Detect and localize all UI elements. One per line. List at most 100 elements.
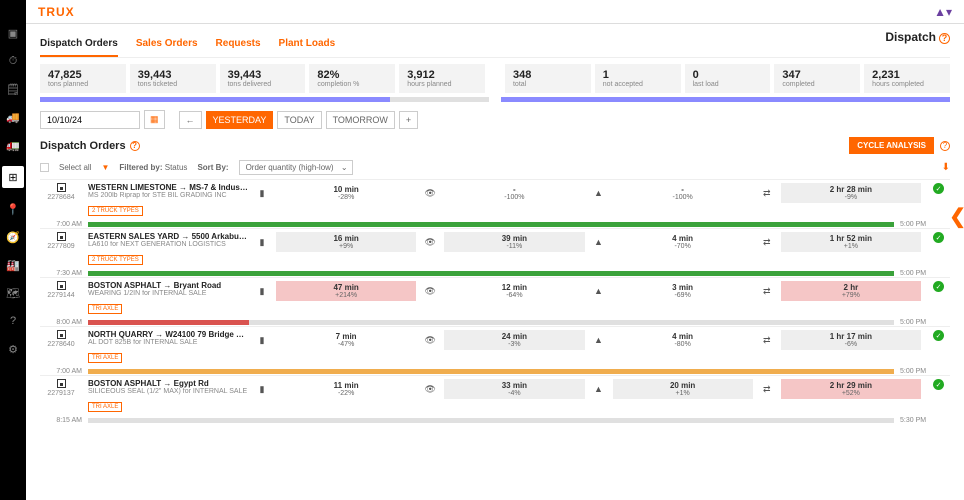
status-dot[interactable]: ✓	[933, 330, 944, 341]
prev-day-button[interactable]: ←	[179, 111, 202, 129]
order-checkbox[interactable]: 2279137	[40, 379, 82, 397]
main-panel: Dispatch? Dispatch Orders Sales Orders Req…	[26, 24, 964, 500]
sidebar-icon-1[interactable]: ⏱	[6, 54, 20, 68]
sidebar-icon-6[interactable]: 📍	[6, 202, 20, 216]
stat-card: 347completed	[774, 64, 860, 93]
metric-icon: 👁	[422, 237, 438, 248]
order-info[interactable]: NORTH QUARRY → W24100 79 Bridge JobAL DO…	[88, 330, 248, 364]
sidebar-icon-0[interactable]: ▣	[6, 26, 20, 40]
today-button[interactable]: TODAY	[277, 111, 321, 129]
date-input[interactable]	[40, 111, 140, 129]
sidebar-icon-2[interactable]: 🗒	[6, 82, 20, 96]
help-icon[interactable]: ?	[939, 33, 950, 44]
metric-box: --100%	[613, 183, 753, 203]
cycle-analysis-button[interactable]: CYCLE ANALYSIS	[849, 137, 934, 154]
tab-sales-orders[interactable]: Sales Orders	[136, 32, 198, 57]
stat-card: 3,912hours planned	[399, 64, 485, 93]
sidebar-icon-8[interactable]: 🏭	[6, 258, 20, 272]
filter-icon[interactable]: ▼	[101, 163, 109, 172]
metric-box: 2 hr 28 min-9%	[781, 183, 921, 203]
metric-box: 2 hr+79%	[781, 281, 921, 301]
metric-box: 16 min+9%	[276, 232, 416, 252]
metric-box: 12 min-64%	[444, 281, 584, 301]
help-icon[interactable]: ?	[130, 141, 140, 151]
metric-icon: ⇄	[759, 286, 775, 297]
stat-card: 39,443tons ticketed	[130, 64, 216, 93]
metric-icon: ⇄	[759, 188, 775, 199]
user-menu-icon[interactable]: ▲▾	[934, 5, 952, 19]
sidebar-icon-11[interactable]: ⚙	[6, 342, 20, 356]
tomorrow-button[interactable]: TOMORROW	[326, 111, 395, 129]
metric-icon: 👁	[422, 286, 438, 297]
metric-icon: ⇄	[759, 384, 775, 395]
truck-type-badge: 2 TRUCK TYPES	[88, 255, 143, 265]
order-info[interactable]: BOSTON ASPHALT → Bryant RoadWEARING 1/2I…	[88, 281, 248, 315]
metric-icon: ▲	[591, 335, 607, 345]
order-row: 2279137 BOSTON ASPHALT → Egypt RdSILICEOU…	[40, 375, 950, 424]
order-info[interactable]: BOSTON ASPHALT → Egypt RdSILICEOUS SEAL …	[88, 379, 248, 413]
metric-icon: ▲	[591, 384, 607, 394]
select-all-label: Select all	[59, 163, 91, 172]
dispatch-heading: Dispatch?	[885, 30, 950, 44]
tabs: Dispatch Orders Sales Orders Requests Plant…	[40, 32, 950, 58]
sort-select[interactable]: Order quantity (high-low)	[239, 160, 353, 175]
calendar-button[interactable]: ▦	[144, 110, 165, 129]
timeline: 8:15 AM5:30 PM	[40, 417, 950, 424]
yesterday-button[interactable]: YESTERDAY	[206, 111, 274, 129]
order-row: 2278684 WESTERN LIMESTONE → MS-7 & Indust…	[40, 179, 950, 228]
tab-requests[interactable]: Requests	[216, 32, 261, 57]
metric-box: 1 hr 17 min-6%	[781, 330, 921, 350]
order-row: 2279144 BOSTON ASPHALT → Bryant RoadWEARI…	[40, 277, 950, 326]
status-dot[interactable]: ✓	[933, 183, 944, 194]
order-checkbox[interactable]: 2278684	[40, 183, 82, 201]
sidebar-icon-10[interactable]: ?	[6, 314, 20, 328]
tab-dispatch-orders[interactable]: Dispatch Orders	[40, 32, 118, 57]
stat-card: 1not accepted	[595, 64, 681, 93]
metric-box: 39 min-11%	[444, 232, 584, 252]
timeline: 7:30 AM5:00 PM	[40, 270, 950, 277]
status-dot[interactable]: ✓	[933, 232, 944, 243]
order-info[interactable]: EASTERN SALES YARD → 5500 Arkabutla Da…L…	[88, 232, 248, 266]
status-dot[interactable]: ✓	[933, 281, 944, 292]
section-title: Dispatch Orders?	[40, 140, 140, 152]
metric-box: 11 min-22%	[276, 379, 416, 399]
select-all-checkbox[interactable]	[40, 163, 49, 172]
metric-icon: ▲	[591, 286, 607, 296]
metric-icon: 👁	[422, 384, 438, 395]
metric-icon: ▮	[254, 237, 270, 248]
stats-row: 47,825tons planned39,443tons ticketed39,…	[40, 64, 950, 93]
metric-icon: 👁	[422, 188, 438, 199]
order-checkbox[interactable]: 2277809	[40, 232, 82, 250]
top-bar: TRUX ▲▾	[26, 0, 964, 24]
metric-box: 1 hr 52 min+1%	[781, 232, 921, 252]
status-dot[interactable]: ✓	[933, 379, 944, 390]
stat-card: 2,231hours completed	[864, 64, 950, 93]
collapse-panel-icon[interactable]: ❮	[949, 204, 964, 229]
truck-type-badge: 2 TRUCK TYPES	[88, 206, 143, 216]
sidebar-icon-9[interactable]: 🗺	[6, 286, 20, 300]
sidebar-icon-3[interactable]: 🚚	[6, 110, 20, 124]
sidebar-icon-5[interactable]: ⊞	[2, 166, 24, 188]
metric-box: --100%	[444, 183, 584, 203]
download-icon[interactable]: ⬇	[942, 162, 950, 173]
metric-box: 47 min+214%	[276, 281, 416, 301]
sidebar-icon-4[interactable]: 🚛	[6, 138, 20, 152]
metric-box: 4 min-80%	[613, 330, 753, 350]
timeline: 8:00 AM5:00 PM	[40, 319, 950, 326]
timeline: 7:00 AM5:00 PM	[40, 368, 950, 375]
stat-card: 348total	[505, 64, 591, 93]
order-checkbox[interactable]: 2278640	[40, 330, 82, 348]
metric-box: 20 min+1%	[613, 379, 753, 399]
order-info[interactable]: WESTERN LIMESTONE → MS-7 & Industrial …M…	[88, 183, 248, 217]
help-icon[interactable]: ?	[940, 141, 950, 151]
stat-card: 39,443tons delivered	[220, 64, 306, 93]
truck-type-badge: TRI AXLE	[88, 304, 122, 314]
metric-icon: ▮	[254, 335, 270, 346]
add-day-button[interactable]: +	[399, 111, 418, 129]
order-checkbox[interactable]: 2279144	[40, 281, 82, 299]
tab-plant-loads[interactable]: Plant Loads	[279, 32, 336, 57]
orders-list: 2278684 WESTERN LIMESTONE → MS-7 & Indust…	[40, 179, 950, 424]
metric-icon: ▲	[591, 237, 607, 247]
metric-box: 7 min-47%	[276, 330, 416, 350]
sidebar-icon-7[interactable]: 🧭	[6, 230, 20, 244]
